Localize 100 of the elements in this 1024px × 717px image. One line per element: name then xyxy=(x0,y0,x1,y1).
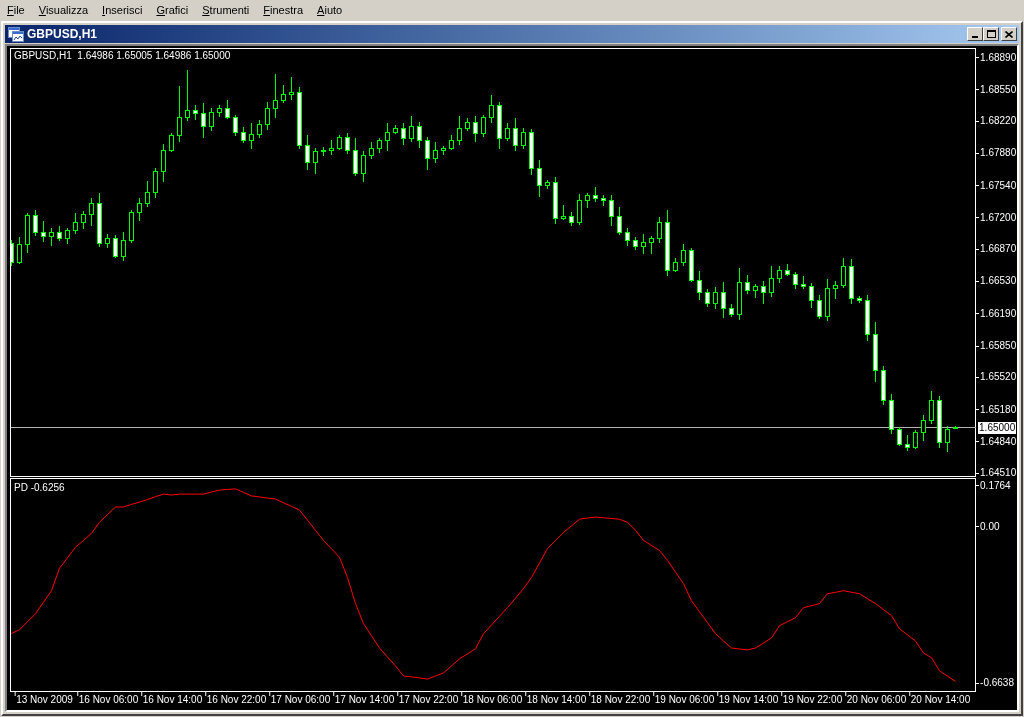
candlestick xyxy=(401,122,406,146)
candlestick xyxy=(537,159,542,198)
time-axis-label: 20 Nov 06:00 xyxy=(846,694,907,706)
candlestick xyxy=(657,216,662,244)
candlestick xyxy=(89,197,94,227)
candlestick xyxy=(41,220,46,243)
price-axis-label: 1.64510 xyxy=(980,467,1017,480)
candlestick xyxy=(289,76,294,101)
candlestick xyxy=(265,101,270,131)
candlestick xyxy=(121,231,126,262)
indicator-axis-label: 0.00 xyxy=(980,520,1000,533)
time-axis-label: 18 Nov 14:00 xyxy=(526,694,587,706)
candlestick xyxy=(249,122,254,150)
time-axis-label: 16 Nov 14:00 xyxy=(142,694,203,706)
minimize-icon xyxy=(972,36,978,38)
price-axis-label: 1.65180 xyxy=(980,403,1017,416)
candlestick xyxy=(945,425,950,453)
candlestick xyxy=(353,137,358,177)
candlestick xyxy=(305,134,310,171)
candlestick xyxy=(345,132,350,155)
candlestick xyxy=(17,236,22,265)
candlestick xyxy=(617,206,622,236)
candlestick xyxy=(385,122,390,152)
current-price-label: 1.65000 xyxy=(978,421,1017,434)
candlestick xyxy=(697,270,702,301)
menu-item[interactable]: Finestra xyxy=(256,2,311,18)
time-axis-label: 18 Nov 06:00 xyxy=(462,694,523,706)
candlestick xyxy=(73,212,78,235)
price-axis-label: 1.68220 xyxy=(980,115,1017,128)
menu-item[interactable]: Strumenti xyxy=(195,2,257,18)
minimize-button[interactable] xyxy=(967,27,983,41)
menu-item[interactable]: Visualizza xyxy=(31,2,96,18)
candlestick xyxy=(161,143,166,183)
candlestick xyxy=(137,197,142,222)
price-axis-label: 1.66530 xyxy=(980,275,1017,288)
candlestick xyxy=(745,274,750,295)
candlestick xyxy=(33,209,38,237)
candlestick xyxy=(913,429,918,450)
candlestick xyxy=(681,243,686,267)
chart-icon xyxy=(8,26,24,42)
candlestick xyxy=(177,85,182,143)
candlestick xyxy=(145,180,150,208)
price-axis-label: 1.67200 xyxy=(980,211,1017,224)
indicator-label: PD -0.6256 xyxy=(14,482,65,494)
chart-info-label: GBPUSD,H1 1.64986 1.65005 1.64986 1.65000 xyxy=(14,50,231,62)
time-axis-label: 20 Nov 14:00 xyxy=(910,694,971,706)
candlestick xyxy=(209,107,214,132)
time-axis-label: 13 Nov 2009 xyxy=(16,694,73,706)
time-axis-label: 19 Nov 06:00 xyxy=(654,694,715,706)
time-axis-label: 16 Nov 06:00 xyxy=(78,694,139,706)
candlestick xyxy=(929,390,934,425)
menu-item[interactable]: File xyxy=(0,2,32,18)
maximize-icon xyxy=(986,30,996,38)
price-axis-label: 1.66190 xyxy=(980,307,1017,320)
menu-item[interactable]: Aiuto xyxy=(310,2,350,18)
close-button[interactable] xyxy=(1001,27,1017,41)
price-axis-label: 1.64840 xyxy=(980,435,1017,448)
candlestick xyxy=(185,69,190,122)
candlestick xyxy=(457,115,462,146)
candlestick xyxy=(521,127,526,150)
candlestick xyxy=(713,286,718,310)
indicator-axis-label: 0.1764 xyxy=(980,479,1011,492)
price-axis-label: 1.67880 xyxy=(980,147,1017,160)
time-axis-label: 18 Nov 22:00 xyxy=(590,694,651,706)
candlestick xyxy=(481,114,486,138)
candlestick xyxy=(433,141,438,164)
candlestick xyxy=(361,150,366,183)
time-axis-label: 17 Nov 14:00 xyxy=(334,694,395,706)
candlestick xyxy=(201,102,206,139)
time-axis-label: 17 Nov 22:00 xyxy=(398,694,459,706)
candlestick xyxy=(641,233,646,255)
candlestick xyxy=(313,147,318,175)
time-axis-label: 16 Nov 22:00 xyxy=(206,694,267,706)
candlestick xyxy=(809,282,814,309)
candlestick xyxy=(769,265,774,298)
price-axis-label: 1.68890 xyxy=(980,51,1017,64)
menu-item[interactable]: Inserisci xyxy=(95,2,150,18)
candlestick xyxy=(817,294,822,320)
candlestick xyxy=(577,193,582,226)
time-axis-label: 19 Nov 14:00 xyxy=(718,694,779,706)
candlestick xyxy=(409,115,414,143)
candlestick xyxy=(921,414,926,442)
candlestick xyxy=(425,136,430,171)
candlestick xyxy=(113,234,118,259)
candlestick xyxy=(225,99,230,120)
candlestick xyxy=(721,281,726,319)
candlestick xyxy=(233,114,238,137)
close-icon xyxy=(1005,30,1013,38)
menu-item[interactable]: Grafici xyxy=(149,2,196,18)
candlestick xyxy=(473,115,478,143)
maximize-button[interactable] xyxy=(983,27,999,41)
time-axis-label: 19 Nov 22:00 xyxy=(782,694,843,706)
window-title: GBPUSD,H1 xyxy=(27,26,97,42)
candlestick xyxy=(417,121,422,149)
candlestick xyxy=(761,280,766,305)
candlestick xyxy=(513,117,518,152)
candlestick xyxy=(489,94,494,124)
candlestick xyxy=(897,426,902,447)
price-axis-label: 1.68550 xyxy=(980,83,1017,96)
candlestick xyxy=(609,194,614,227)
